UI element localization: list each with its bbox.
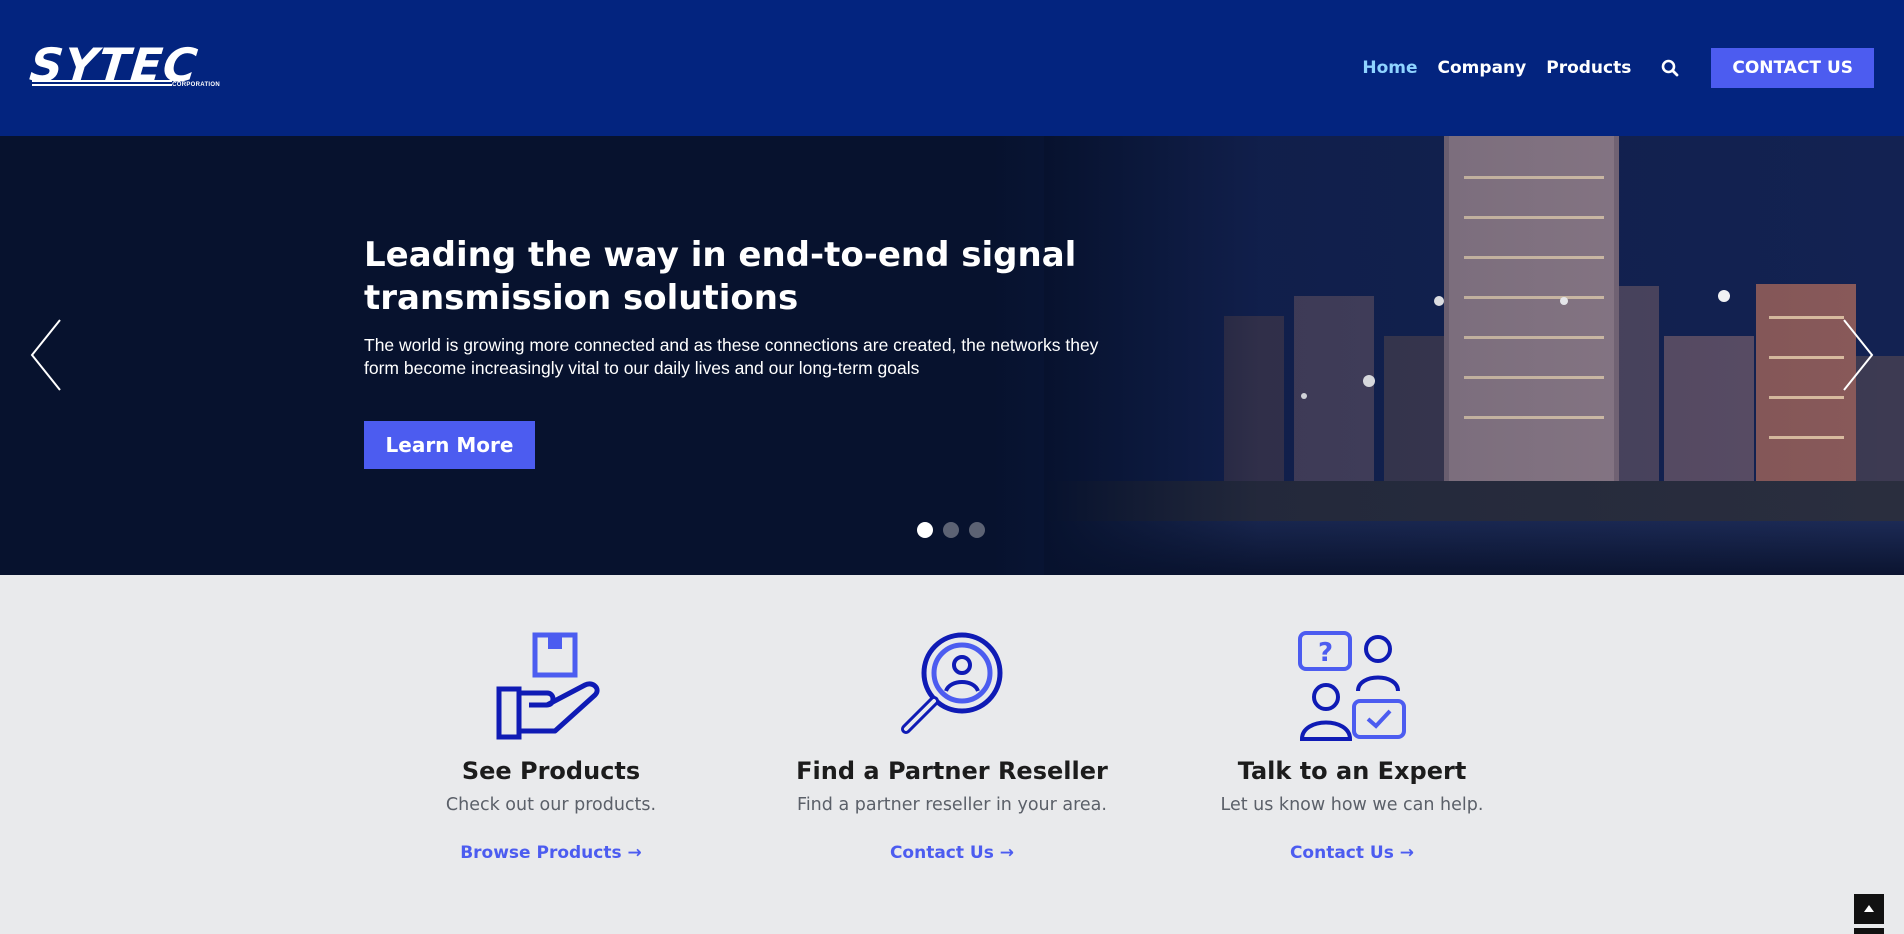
nav-products[interactable]: Products bbox=[1546, 58, 1631, 78]
svg-text:?: ? bbox=[1318, 638, 1333, 668]
nav-home[interactable]: Home bbox=[1362, 58, 1417, 78]
slide-dot-2[interactable] bbox=[943, 522, 959, 538]
scroll-bar-fragment bbox=[1854, 928, 1884, 934]
card-title: See Products bbox=[461, 757, 641, 785]
next-slide-icon[interactable] bbox=[1836, 318, 1876, 392]
card-see-products: See Products Check out our products. Bro… bbox=[381, 575, 721, 863]
hero-slider: Leading the way in end-to-end signal tra… bbox=[0, 136, 1904, 575]
browse-products-link[interactable]: Browse Products → bbox=[460, 843, 642, 863]
card-description: Let us know how we can help. bbox=[1220, 795, 1484, 815]
logo-lines bbox=[32, 80, 172, 88]
nav-company[interactable]: Company bbox=[1438, 58, 1527, 78]
hero-title: Leading the way in end-to-end signal tra… bbox=[364, 235, 1077, 318]
card-description: Find a partner reseller in your area. bbox=[797, 795, 1107, 815]
site-header: SYTEC CORPORATION Home Company Products … bbox=[0, 0, 1904, 136]
learn-more-button[interactable]: Learn More bbox=[364, 421, 535, 469]
experts-chat-icon: ? bbox=[1296, 629, 1408, 741]
city-skyline-image bbox=[1044, 136, 1904, 575]
card-description: Check out our products. bbox=[445, 795, 657, 815]
contact-us-link-reseller[interactable]: Contact Us → bbox=[890, 843, 1014, 863]
prev-slide-icon[interactable] bbox=[28, 318, 68, 392]
card-title: Talk to an Expert bbox=[1237, 757, 1467, 785]
sytec-logo[interactable]: SYTEC CORPORATION bbox=[27, 38, 220, 92]
feature-cards-section: See Products Check out our products. Bro… bbox=[0, 575, 1904, 934]
search-icon[interactable] bbox=[1661, 59, 1679, 77]
contact-us-button[interactable]: CONTACT US bbox=[1711, 48, 1874, 88]
card-talk-expert: ? Talk to an Expert Let us know how we c… bbox=[1182, 575, 1522, 863]
card-find-reseller: Find a Partner Reseller Find a partner r… bbox=[782, 575, 1122, 863]
magnifier-person-icon bbox=[896, 629, 1008, 741]
slide-dot-1[interactable] bbox=[917, 522, 933, 538]
logo-corporation-text: CORPORATION bbox=[172, 82, 220, 88]
card-title: Find a Partner Reseller bbox=[796, 757, 1108, 785]
slide-dot-3[interactable] bbox=[969, 522, 985, 538]
main-nav: Home Company Products CONTACT US bbox=[1342, 48, 1874, 88]
back-to-top-button[interactable] bbox=[1854, 894, 1884, 924]
hero-subtitle: The world is growing more connected and … bbox=[364, 335, 1099, 378]
box-in-hand-icon bbox=[495, 629, 607, 741]
contact-us-link-expert[interactable]: Contact Us → bbox=[1290, 843, 1414, 863]
slide-indicators bbox=[917, 522, 995, 538]
